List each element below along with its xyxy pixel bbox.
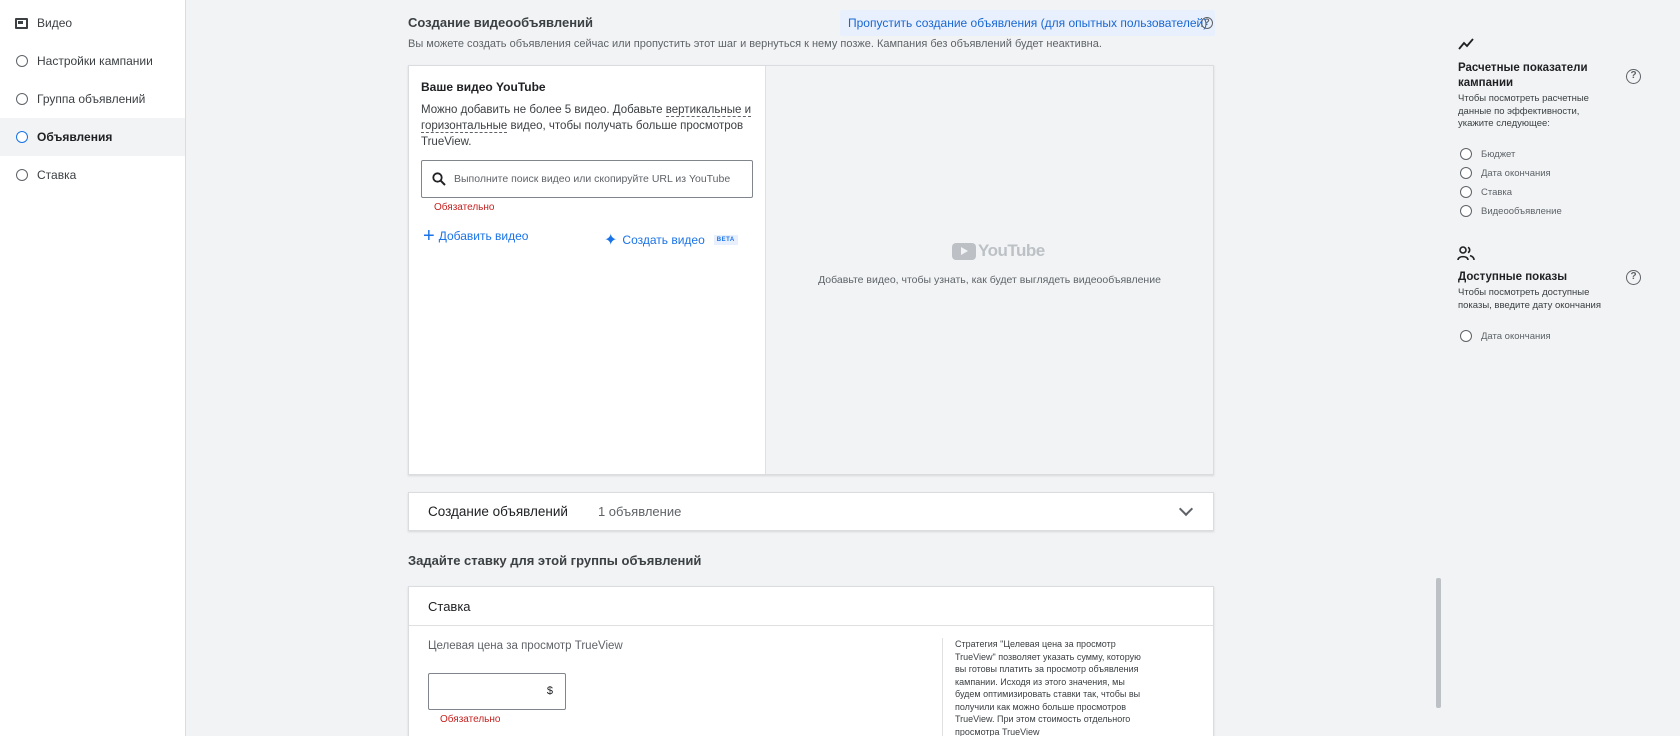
reach-title: Доступные показы	[1458, 271, 1568, 283]
create-video-button[interactable]: ✦ Создать видео BETA	[604, 230, 738, 250]
desc-text: Можно добавить не более 5 видео. Добавьт…	[421, 104, 666, 116]
youtube-play-icon	[952, 242, 976, 260]
search-icon	[432, 172, 446, 186]
sidebar-item-ad-group[interactable]: Группа объявлений	[0, 80, 185, 118]
sparkle-icon: ✦	[604, 232, 618, 249]
video-icon	[15, 17, 28, 30]
sidebar-item-bid[interactable]: Ставка	[0, 156, 185, 194]
reach-description: Чтобы посмотреть доступные показы, введи…	[1458, 287, 1601, 311]
youtube-logo-text: YouTube	[978, 241, 1045, 260]
help-icon[interactable]: ?	[1201, 17, 1213, 29]
create-video-label: Создать видео	[622, 233, 705, 247]
plus-icon: +	[423, 225, 435, 247]
help-icon[interactable]: ?	[1626, 69, 1641, 84]
radio-circle-icon	[1460, 330, 1472, 342]
chevron-down-icon[interactable]	[1178, 501, 1194, 517]
sidebar-item-label: Видео	[37, 16, 73, 30]
video-card-title: Ваше видео YouTube	[421, 80, 546, 94]
radio-circle-icon	[1460, 148, 1472, 160]
scrollbar-thumb[interactable]	[1436, 578, 1441, 708]
ads-creation-title: Создание объявлений	[428, 504, 568, 519]
bid-section-heading: Задайте ставку для этой группы объявлени…	[408, 553, 702, 568]
target-cpv-input[interactable]: $	[428, 673, 566, 710]
radio-circle-icon	[1460, 167, 1472, 179]
estimate-requirement: Ставка	[1460, 186, 1512, 198]
video-search-input[interactable]	[454, 173, 744, 185]
video-card-description: Можно добавить не более 5 видео. Добавьт…	[421, 102, 753, 150]
sidebar: Видео Настройки кампании Группа объявлен…	[0, 0, 186, 736]
page-title: Создание видеообъявлений	[408, 15, 594, 30]
skip-ad-creation-link[interactable]: Пропустить создание объявления (для опыт…	[840, 10, 1216, 36]
currency-symbol: $	[546, 685, 553, 697]
ads-count: 1 объявление	[597, 504, 682, 519]
youtube-logo: YouTube	[952, 241, 1045, 261]
target-cpv-label: Целевая цена за просмотр TrueView	[428, 640, 623, 652]
required-error: Обязательно	[434, 202, 495, 213]
video-form: Ваше видео YouTube Можно добавить не бол…	[409, 66, 765, 474]
radio-circle-icon	[15, 169, 28, 182]
video-search-field[interactable]	[421, 160, 753, 198]
radio-circle-icon	[1460, 205, 1472, 217]
requirement-label: Видеообъявление	[1481, 205, 1562, 217]
sidebar-item-label: Ставка	[37, 168, 77, 182]
radio-circle-icon	[15, 55, 28, 68]
beta-badge: BETA	[713, 235, 738, 245]
radio-circle-icon	[15, 131, 28, 144]
sidebar-item-campaign-settings[interactable]: Настройки кампании	[0, 42, 185, 80]
requirement-label: Ставка	[1481, 186, 1513, 198]
sidebar-item-label: Группа объявлений	[37, 92, 146, 106]
video-preview: YouTube Добавьте видео, чтобы узнать, ка…	[765, 66, 1213, 474]
requirement-label: Дата окончания	[1481, 167, 1551, 179]
requirement-label: Дата окончания	[1481, 330, 1551, 342]
preview-hint: Добавьте видео, чтобы узнать, как будет …	[818, 274, 1161, 286]
trending-up-icon	[1458, 38, 1474, 50]
strategy-explanation: Стратегия "Целевая цена за просмотр True…	[942, 638, 1149, 736]
help-icon[interactable]: ?	[1626, 270, 1641, 285]
add-video-label: Добавить видео	[438, 229, 529, 243]
required-error: Обязательно	[440, 714, 501, 725]
page-description: Вы можете создать объявления сейчас или …	[408, 38, 1102, 50]
sidebar-item-video[interactable]: Видео	[0, 4, 185, 42]
radio-circle-icon	[15, 93, 28, 106]
sidebar-item-label: Настройки кампании	[37, 54, 153, 68]
people-icon	[1457, 246, 1475, 261]
requirement-label: Бюджет	[1481, 148, 1516, 160]
estimate-requirement: Бюджет	[1460, 148, 1515, 160]
sidebar-item-ads[interactable]: Объявления	[0, 118, 185, 156]
estimate-requirement: Дата окончания	[1460, 167, 1551, 179]
estimates-title: Расчетные показатели кампании	[1458, 62, 1588, 89]
add-video-button[interactable]: + Добавить видео	[423, 225, 529, 247]
ads-creation-panel[interactable]: Создание объявлений 1 объявление	[408, 492, 1214, 531]
radio-circle-icon	[1460, 186, 1472, 198]
bid-card-title: Ставка	[428, 599, 471, 614]
estimate-requirement: Видеообъявление	[1460, 205, 1562, 217]
estimates-description: Чтобы посмотреть расчетные данные по эфф…	[1458, 93, 1589, 129]
sidebar-item-label: Объявления	[37, 130, 113, 144]
reach-requirement: Дата окончания	[1460, 330, 1551, 342]
video-card: Ваше видео YouTube Можно добавить не бол…	[408, 65, 1214, 475]
divider	[409, 625, 1213, 626]
bid-card: Ставка Целевая цена за просмотр TrueView…	[408, 586, 1214, 736]
